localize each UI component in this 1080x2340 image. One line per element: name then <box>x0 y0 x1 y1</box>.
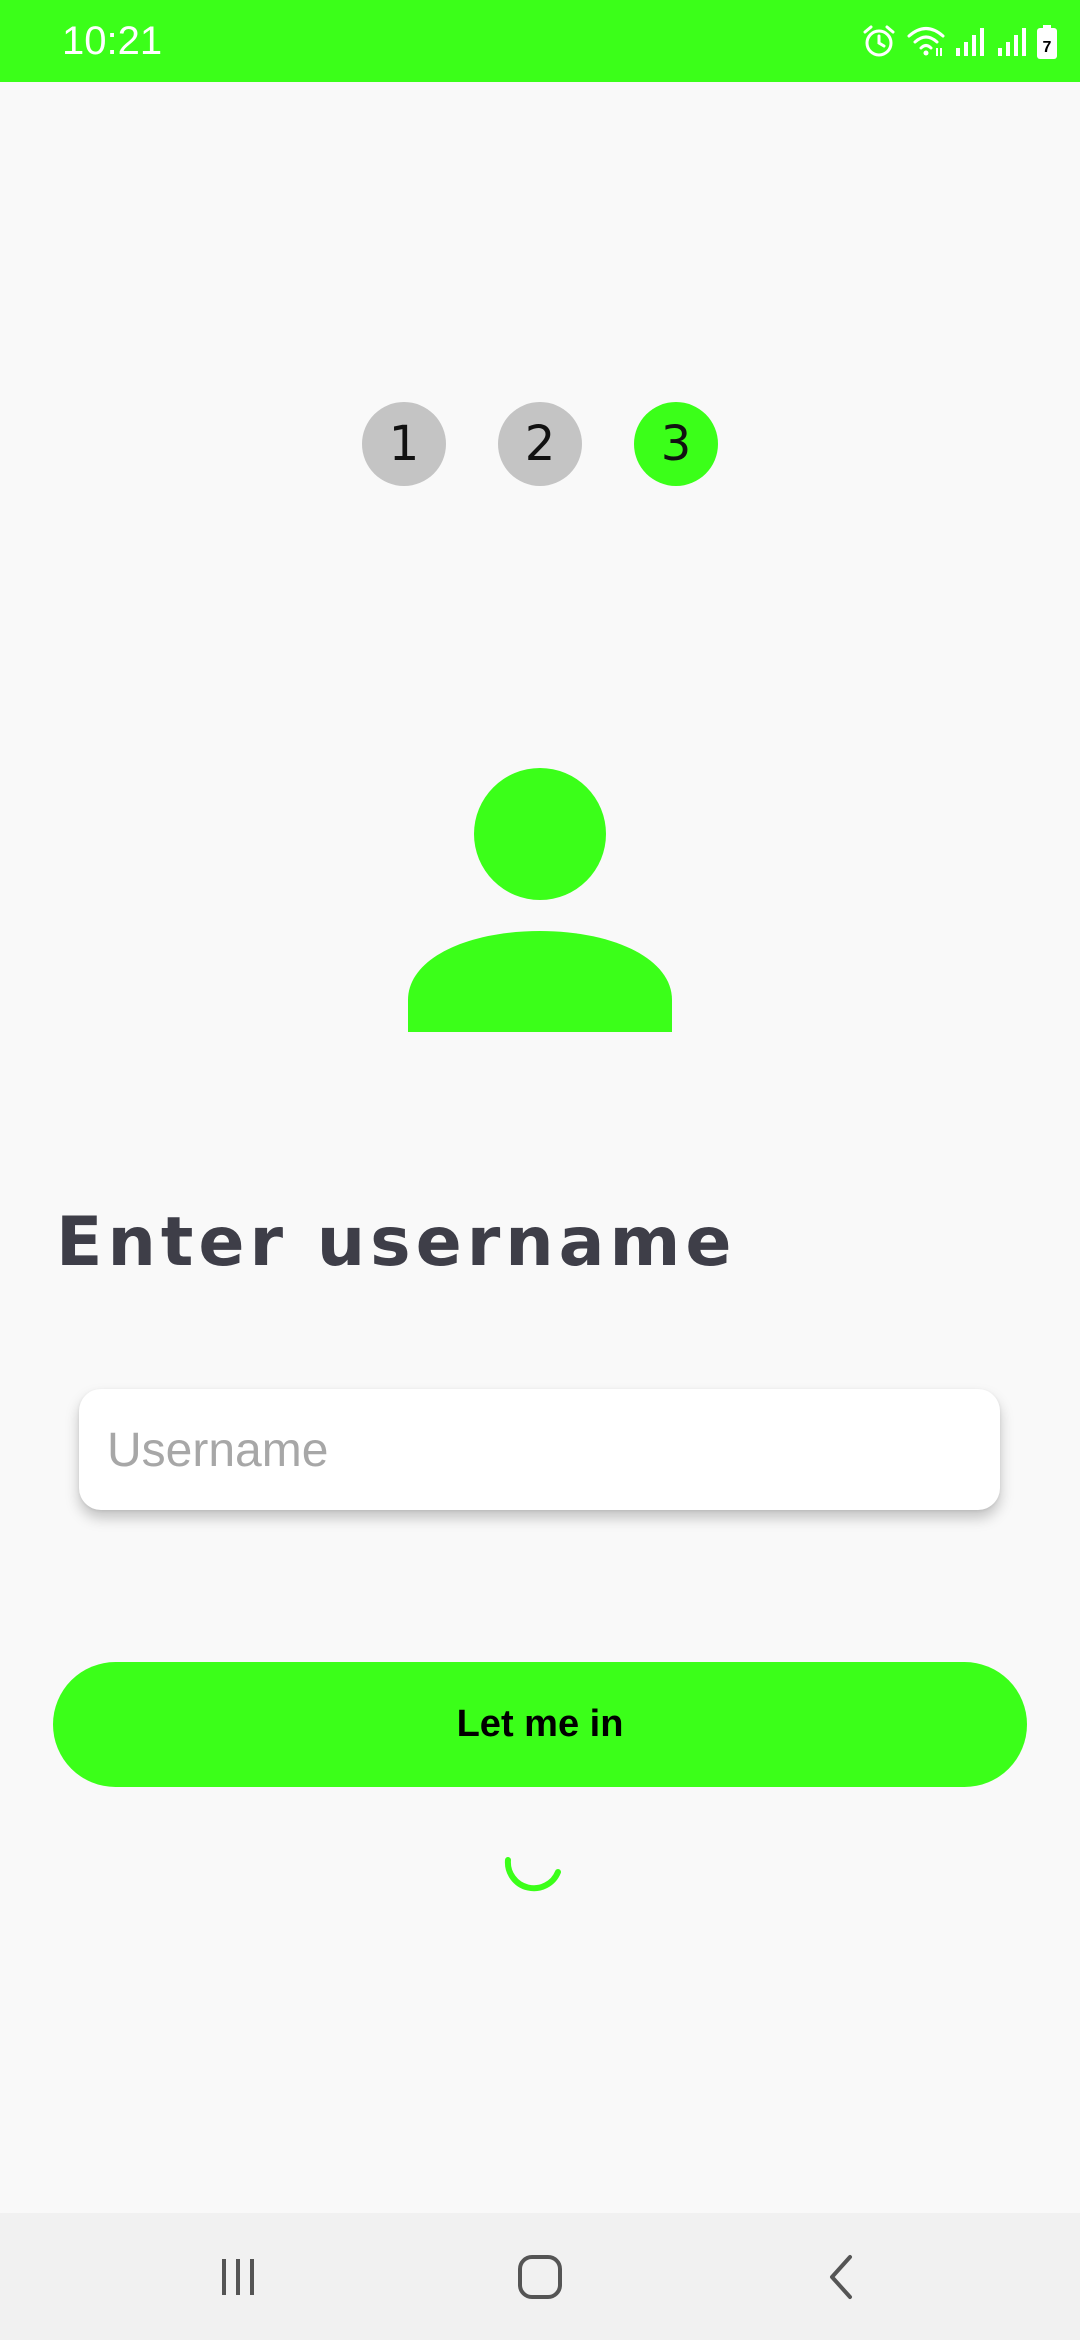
back-icon <box>830 2254 852 2299</box>
wifi-icon <box>907 27 945 56</box>
step-3: 3 <box>634 402 718 486</box>
step-indicator: 1 2 3 <box>362 402 718 486</box>
status-icons: 7 <box>810 0 1080 82</box>
back-button[interactable] <box>762 2213 922 2340</box>
navigation-bar <box>0 2213 1080 2340</box>
home-icon <box>518 2254 562 2299</box>
status-bar: 10:21 7 <box>0 0 1080 82</box>
step-1: 1 <box>362 402 446 486</box>
signal-icon <box>998 28 1026 56</box>
username-input[interactable] <box>105 1389 979 1512</box>
page-title: Enter username <box>56 1203 737 1282</box>
spinner-icon <box>504 1857 561 1892</box>
battery-icon: 7 <box>1037 25 1057 59</box>
home-button[interactable] <box>460 2213 620 2340</box>
username-field-container <box>79 1389 1000 1512</box>
step-2: 2 <box>498 402 582 486</box>
signal-icon <box>956 28 984 56</box>
battery-level: 7 <box>1043 39 1052 56</box>
alarm-icon <box>863 25 895 57</box>
user-icon <box>408 768 672 1032</box>
recent-apps-button[interactable] <box>158 2213 318 2340</box>
status-time: 10:21 <box>62 19 163 63</box>
recent-apps-icon <box>222 2258 254 2295</box>
let-me-in-button[interactable]: Let me in <box>53 1662 1027 1787</box>
